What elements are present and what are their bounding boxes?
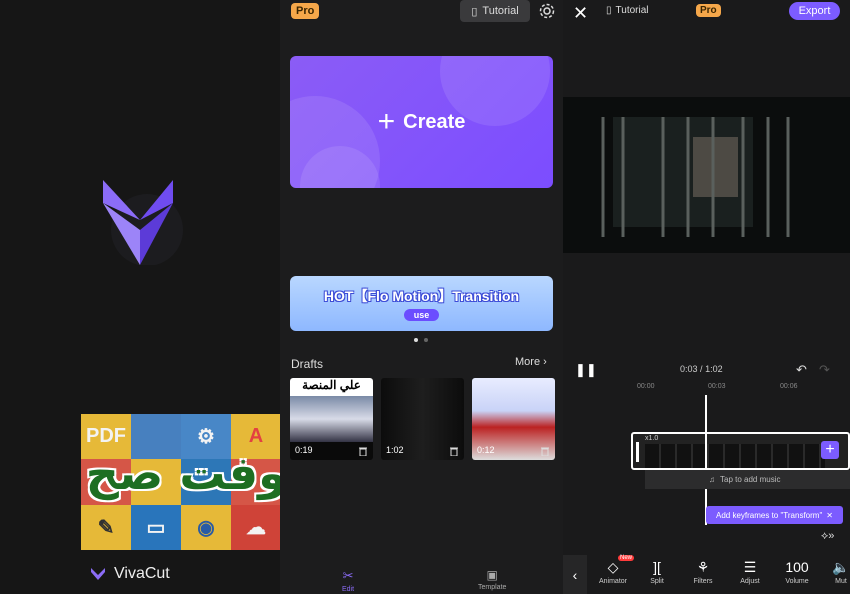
laptop-icon: ▭: [131, 504, 181, 550]
vivacut-small-logo-icon: [91, 568, 105, 580]
trash-icon[interactable]: [449, 446, 459, 456]
banner-use-button[interactable]: use: [403, 309, 440, 321]
tool-mute[interactable]: 🔈 Mut: [821, 559, 850, 585]
tool-animator[interactable]: ◇ New Animator: [593, 555, 635, 585]
tool-label: Filters: [693, 578, 713, 585]
new-badge: New: [618, 555, 635, 561]
banner-title: HOT【Flo Motion】Transition: [323, 288, 520, 304]
timeline-ruler: 00:00 00:03 00:06: [563, 383, 850, 395]
book-icon: ▯: [606, 5, 612, 16]
draft-thumbnail: [290, 396, 373, 442]
speaker-icon: 🔈: [832, 559, 850, 575]
tool-label: Mut: [835, 578, 847, 585]
globe-icon: ◉: [181, 504, 231, 550]
create-label: Create: [403, 110, 466, 133]
home-panel: Pro ▯ Tutorial + Create HOT【Flo Motion】T…: [280, 0, 563, 594]
tool-label: Split: [650, 578, 664, 585]
split-icon: ][: [653, 559, 661, 575]
draft-item[interactable]: 0:12: [472, 378, 555, 460]
pro-badge[interactable]: Pro: [696, 4, 721, 17]
more-label: More: [515, 356, 541, 368]
tutorial-button[interactable]: ▯ Tutorial: [606, 5, 649, 16]
keyframe-tooltip: Add keyframes to "Transform" ✕: [706, 506, 843, 524]
draft-item[interactable]: 1:02: [381, 378, 464, 460]
tool-filters[interactable]: ⚘ Filters: [683, 559, 723, 585]
brand-name: VivaCut: [114, 565, 170, 582]
draft-item[interactable]: علي المنصة 0:19: [290, 378, 373, 460]
more-link[interactable]: More ›: [515, 356, 547, 368]
tool-label: Volume: [785, 578, 809, 585]
pencil-icon: ✎: [81, 504, 131, 550]
video-preview[interactable]: [563, 97, 850, 253]
ruler-tick: 00:06: [780, 383, 798, 390]
ruler-tick: 00:00: [637, 383, 655, 390]
keyframe-icon[interactable]: ⟡»: [821, 530, 834, 543]
add-music-track[interactable]: ♫ Tap to add music: [645, 470, 850, 489]
carousel-dot[interactable]: [424, 338, 428, 342]
tutorial-button[interactable]: ▯ Tutorial: [460, 0, 530, 22]
edit-toolbar: ‹ ◇ New Animator ][ Split ⚘ Filters ☰ Ad…: [563, 555, 850, 594]
tab-label: Edit: [342, 586, 355, 593]
brand-footer: VivaCut: [90, 565, 170, 583]
tool-split[interactable]: ][ Split: [637, 559, 677, 585]
tutorial-label: Tutorial: [482, 5, 519, 17]
splash-panel: PDF ⚙ A ✎ ▭ ◉ ☁ fcd سوفت صح VivaCut: [0, 0, 280, 594]
tool-adjust[interactable]: ☰ Adjust: [730, 559, 770, 585]
pro-badge[interactable]: Pro: [291, 3, 320, 19]
video-frame: [563, 97, 850, 253]
trim-handle[interactable]: [636, 442, 639, 462]
filters-icon: ⚘: [696, 559, 710, 575]
draft-caption: علي المنصة: [290, 378, 373, 396]
drafts-title: Drafts: [291, 357, 324, 371]
cloud-icon: ☁: [231, 504, 280, 550]
time-separator: /: [700, 364, 703, 374]
tool-label: Animator: [598, 578, 627, 585]
draft-duration: 1:02: [386, 445, 404, 455]
pause-icon[interactable]: ❚❚: [575, 362, 597, 378]
tooltip-text: Add keyframes to "Transform": [715, 510, 823, 520]
time-display: 0:03 / 1:02: [680, 364, 723, 374]
carousel-dot[interactable]: [414, 338, 418, 342]
plus-icon: +: [377, 105, 396, 138]
tool-label: Adjust: [740, 578, 760, 585]
music-note-icon: ♫: [709, 475, 715, 484]
back-chevron-icon[interactable]: ‹: [563, 555, 587, 594]
export-button[interactable]: Export: [789, 2, 840, 20]
tab-label: Template: [478, 584, 507, 591]
draft-duration: 0:12: [477, 445, 495, 455]
carousel-dots: [414, 338, 428, 342]
time-current: 0:03: [680, 364, 698, 374]
tool-volume[interactable]: 100 Volume: [777, 559, 817, 585]
music-hint: Tap to add music: [720, 475, 781, 484]
close-icon[interactable]: ✕: [826, 511, 833, 520]
close-icon[interactable]: ✕: [573, 3, 588, 24]
redo-icon[interactable]: ↷: [819, 362, 830, 378]
clip-speed: x1.0: [645, 435, 659, 442]
undo-icon[interactable]: ↶: [796, 362, 807, 378]
tutorial-label: Tutorial: [615, 5, 649, 16]
time-total: 1:02: [705, 364, 723, 374]
tab-template[interactable]: ▣ Template: [478, 568, 506, 591]
adjust-icon: ☰: [743, 559, 757, 575]
volume-value: 100: [785, 559, 809, 575]
scissors-icon: ✂: [342, 568, 354, 583]
trash-icon[interactable]: [358, 446, 368, 456]
video-clip-track[interactable]: x1.0: [631, 432, 850, 470]
vivacut-logo-icon: [103, 180, 183, 265]
gear-icon[interactable]: [538, 2, 556, 20]
editor-panel: ✕ ▯ Tutorial Pro Export ❚❚ 0:03 / 1:02 ↶…: [563, 0, 850, 594]
watermark-text: سوفت صح: [85, 446, 280, 500]
book-icon: ▯: [471, 5, 478, 18]
trash-icon[interactable]: [540, 446, 550, 456]
promo-banner[interactable]: HOT【Flo Motion】Transition use: [290, 276, 553, 331]
chevron-right-icon: ›: [543, 356, 547, 368]
animator-icon: ◇: [607, 559, 619, 575]
draft-duration: 0:19: [295, 445, 313, 455]
ruler-tick: 00:03: [708, 383, 726, 390]
tab-edit[interactable]: ✂ Edit: [342, 568, 354, 593]
add-clip-button[interactable]: +: [821, 441, 839, 459]
create-button[interactable]: + Create: [290, 56, 553, 188]
template-icon: ▣: [486, 568, 498, 582]
clip-frames: [645, 444, 825, 468]
